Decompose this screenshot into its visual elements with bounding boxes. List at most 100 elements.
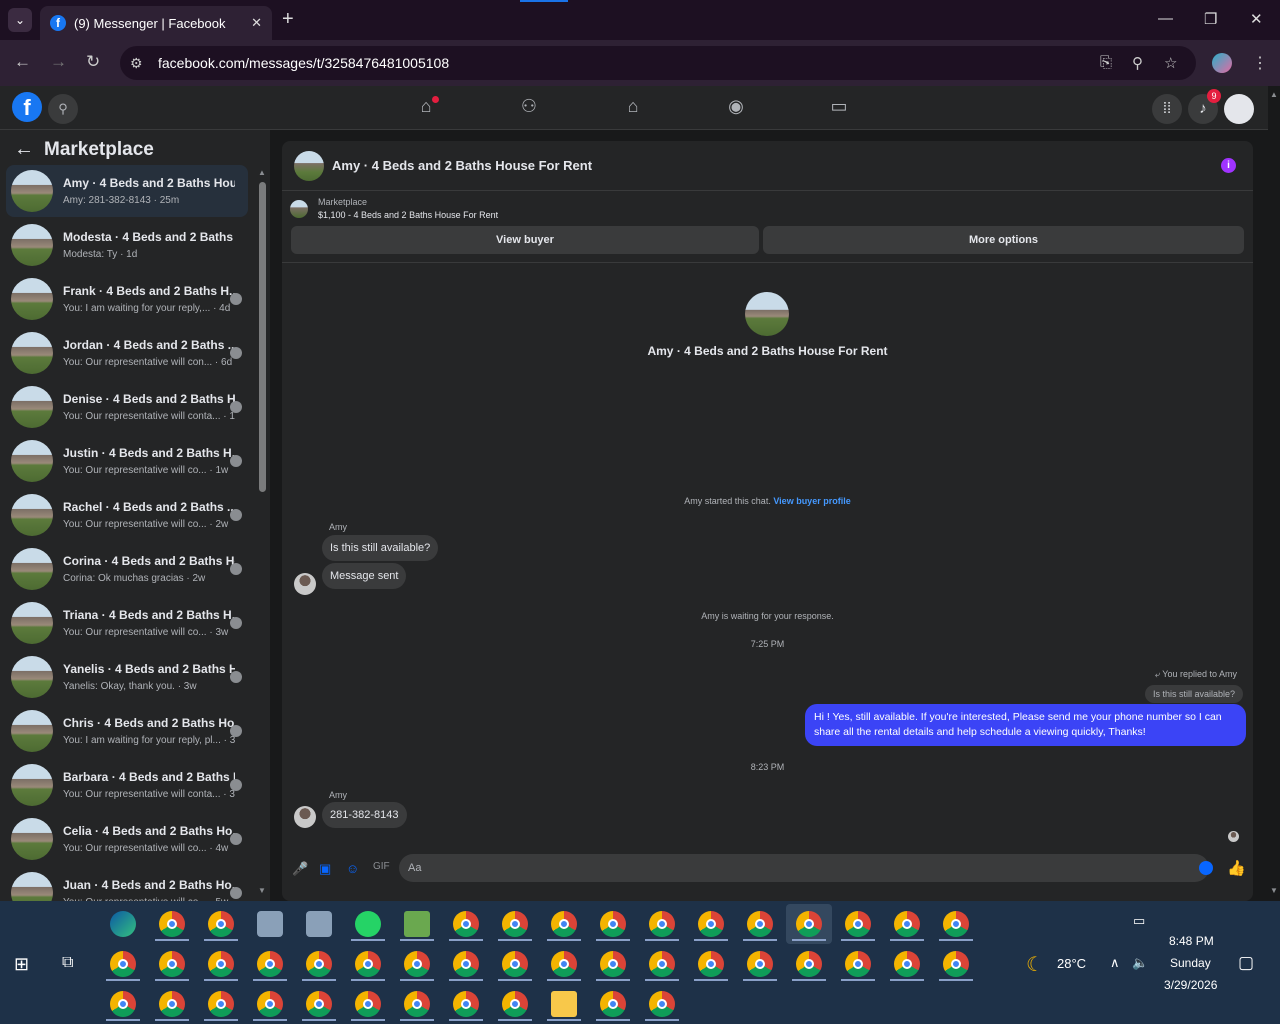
view-buyer-profile-link[interactable]: View buyer profile bbox=[773, 496, 850, 506]
file-explorer-taskbar-icon[interactable] bbox=[551, 991, 577, 1017]
menu-grid-icon[interactable]: ⁞⁞ bbox=[1152, 94, 1182, 124]
close-window-button[interactable]: ✕ bbox=[1250, 10, 1263, 28]
tab-search-button[interactable]: ⌄ bbox=[8, 8, 32, 32]
chrome-taskbar-icon[interactable] bbox=[404, 951, 430, 977]
chrome-taskbar-icon[interactable] bbox=[208, 911, 234, 937]
conversation-item[interactable]: Barbara · 4 Beds and 2 Baths H... You: Ou… bbox=[6, 759, 248, 811]
chrome-taskbar-icon[interactable] bbox=[649, 991, 675, 1017]
chrome-taskbar-icon[interactable] bbox=[796, 951, 822, 977]
edge-taskbar-icon[interactable] bbox=[110, 911, 136, 937]
chrome-taskbar-icon[interactable] bbox=[502, 991, 528, 1017]
conversation-item[interactable]: Amy · 4 Beds and 2 Baths Hous... Amy: 281… bbox=[6, 165, 248, 217]
message-bubble[interactable]: 281-382-8143 bbox=[322, 802, 407, 828]
chrome-taskbar-icon[interactable] bbox=[894, 911, 920, 937]
conversation-item[interactable]: Jordan · 4 Beds and 2 Baths ... You: Our … bbox=[6, 327, 248, 379]
chrome-taskbar-icon[interactable] bbox=[600, 951, 626, 977]
chrome-taskbar-icon[interactable] bbox=[208, 951, 234, 977]
chrome-taskbar-icon[interactable] bbox=[453, 991, 479, 1017]
chrome-taskbar-icon[interactable] bbox=[257, 951, 283, 977]
site-info-icon[interactable]: ⚙ bbox=[130, 55, 154, 72]
conversation-item[interactable]: Triana · 4 Beds and 2 Baths H... You: Our… bbox=[6, 597, 248, 649]
chrome-taskbar-icon[interactable] bbox=[306, 991, 332, 1017]
sticker-icon[interactable]: ☺ bbox=[346, 861, 359, 876]
chrome-taskbar-icon[interactable] bbox=[257, 991, 283, 1017]
page-scroll-up-icon[interactable]: ▲ bbox=[1270, 90, 1278, 99]
network-icon[interactable]: ▭ bbox=[1133, 913, 1145, 929]
volume-icon[interactable]: 🔈 bbox=[1132, 955, 1148, 971]
conversation-item[interactable]: Modesta · 4 Beds and 2 Baths H... Modesta… bbox=[6, 219, 248, 271]
photo-icon[interactable]: ▣ bbox=[319, 861, 331, 877]
address-bar[interactable]: ⚙ facebook.com/messages/t/32584764810051… bbox=[120, 46, 1196, 80]
quoted-message[interactable]: Is this still available? bbox=[1144, 685, 1243, 703]
chrome-taskbar-icon[interactable] bbox=[208, 991, 234, 1017]
sender-avatar[interactable] bbox=[294, 806, 316, 828]
whatsapp-taskbar-icon[interactable] bbox=[355, 911, 381, 937]
minimize-button[interactable]: — bbox=[1158, 10, 1173, 27]
chrome-taskbar-icon[interactable] bbox=[600, 911, 626, 937]
profile-avatar[interactable] bbox=[1224, 94, 1254, 124]
conversation-item[interactable]: Chris · 4 Beds and 2 Baths Hous... You: I… bbox=[6, 705, 248, 757]
chrome-taskbar-icon[interactable] bbox=[551, 911, 577, 937]
chrome-taskbar-icon[interactable] bbox=[453, 951, 479, 977]
clock-time[interactable]: 8:48 PM bbox=[1169, 934, 1214, 948]
app-taskbar-icon[interactable] bbox=[257, 911, 283, 937]
conversation-item[interactable]: Frank · 4 Beds and 2 Baths H... You: I am… bbox=[6, 273, 248, 325]
install-app-icon[interactable]: ⎘ bbox=[1100, 54, 1112, 71]
app-taskbar-icon[interactable] bbox=[306, 911, 332, 937]
chrome-taskbar-icon[interactable] bbox=[110, 951, 136, 977]
chrome-taskbar-icon[interactable] bbox=[649, 911, 675, 937]
chrome-taskbar-icon[interactable] bbox=[404, 991, 430, 1017]
groups-icon[interactable]: ◉ bbox=[721, 96, 751, 120]
chrome-taskbar-icon[interactable] bbox=[502, 951, 528, 977]
conversation-item[interactable]: Celia · 4 Beds and 2 Baths Ho... You: Our… bbox=[6, 813, 248, 865]
page-scrollbar[interactable]: ▲ ▼ bbox=[1268, 86, 1280, 901]
chrome-taskbar-icon[interactable] bbox=[159, 911, 185, 937]
chrome-taskbar-icon[interactable] bbox=[747, 951, 773, 977]
chrome-taskbar-icon[interactable] bbox=[845, 911, 871, 937]
chrome-taskbar-icon[interactable] bbox=[747, 911, 773, 937]
view-buyer-button[interactable]: View buyer bbox=[291, 226, 759, 254]
restore-button[interactable]: ❐ bbox=[1204, 10, 1217, 28]
more-options-button[interactable]: More options bbox=[763, 226, 1244, 254]
weather-moon-icon[interactable]: ☾ bbox=[1026, 952, 1044, 977]
scroll-down-icon[interactable]: ▼ bbox=[258, 886, 266, 895]
reload-button[interactable]: ↻ bbox=[86, 52, 100, 72]
app-taskbar-icon[interactable] bbox=[404, 911, 430, 937]
chrome-taskbar-icon[interactable] bbox=[796, 911, 822, 937]
chrome-taskbar-icon[interactable] bbox=[845, 951, 871, 977]
marketplace-icon[interactable]: ⌂ bbox=[618, 96, 648, 120]
browser-tab[interactable]: f (9) Messenger | Facebook ✕ bbox=[40, 6, 272, 40]
scrollbar-thumb[interactable] bbox=[259, 182, 266, 492]
chrome-taskbar-icon[interactable] bbox=[943, 951, 969, 977]
tray-chevron-icon[interactable]: ∧ bbox=[1110, 955, 1120, 971]
temperature[interactable]: 28°C bbox=[1057, 956, 1086, 971]
conversation-item[interactable]: Rachel · 4 Beds and 2 Baths ... You: Our … bbox=[6, 489, 248, 541]
back-button[interactable]: ← bbox=[14, 52, 31, 72]
forward-button[interactable]: → bbox=[50, 52, 67, 72]
task-view-icon[interactable]: ⧉ bbox=[62, 954, 73, 972]
chrome-taskbar-icon[interactable] bbox=[894, 951, 920, 977]
like-icon[interactable]: 👍 bbox=[1227, 859, 1246, 877]
chat-avatar[interactable] bbox=[294, 150, 324, 181]
gaming-icon[interactable]: ▭ bbox=[824, 96, 854, 120]
chrome-taskbar-icon[interactable] bbox=[159, 951, 185, 977]
browser-menu-icon[interactable]: ⋮ bbox=[1252, 53, 1268, 73]
chrome-taskbar-icon[interactable] bbox=[600, 991, 626, 1017]
emoji-icon[interactable] bbox=[1199, 861, 1213, 875]
microphone-icon[interactable]: 🎤 bbox=[292, 861, 308, 877]
chrome-taskbar-icon[interactable] bbox=[453, 911, 479, 937]
chrome-taskbar-icon[interactable] bbox=[306, 951, 332, 977]
back-arrow-icon[interactable]: ← bbox=[14, 138, 34, 161]
chrome-taskbar-icon[interactable] bbox=[355, 991, 381, 1017]
sender-avatar[interactable] bbox=[294, 573, 316, 595]
sidebar-scrollbar[interactable]: ▲ ▼ bbox=[258, 168, 266, 895]
chrome-taskbar-icon[interactable] bbox=[649, 951, 675, 977]
new-tab-button[interactable]: + bbox=[282, 8, 294, 31]
zoom-icon[interactable]: ⚲ bbox=[1132, 54, 1143, 72]
chrome-taskbar-icon[interactable] bbox=[943, 911, 969, 937]
chrome-taskbar-icon[interactable] bbox=[698, 951, 724, 977]
chrome-taskbar-icon[interactable] bbox=[355, 951, 381, 977]
gif-icon[interactable]: GIF bbox=[373, 861, 390, 872]
chrome-taskbar-icon[interactable] bbox=[110, 991, 136, 1017]
message-input[interactable]: Aa bbox=[399, 854, 1209, 882]
